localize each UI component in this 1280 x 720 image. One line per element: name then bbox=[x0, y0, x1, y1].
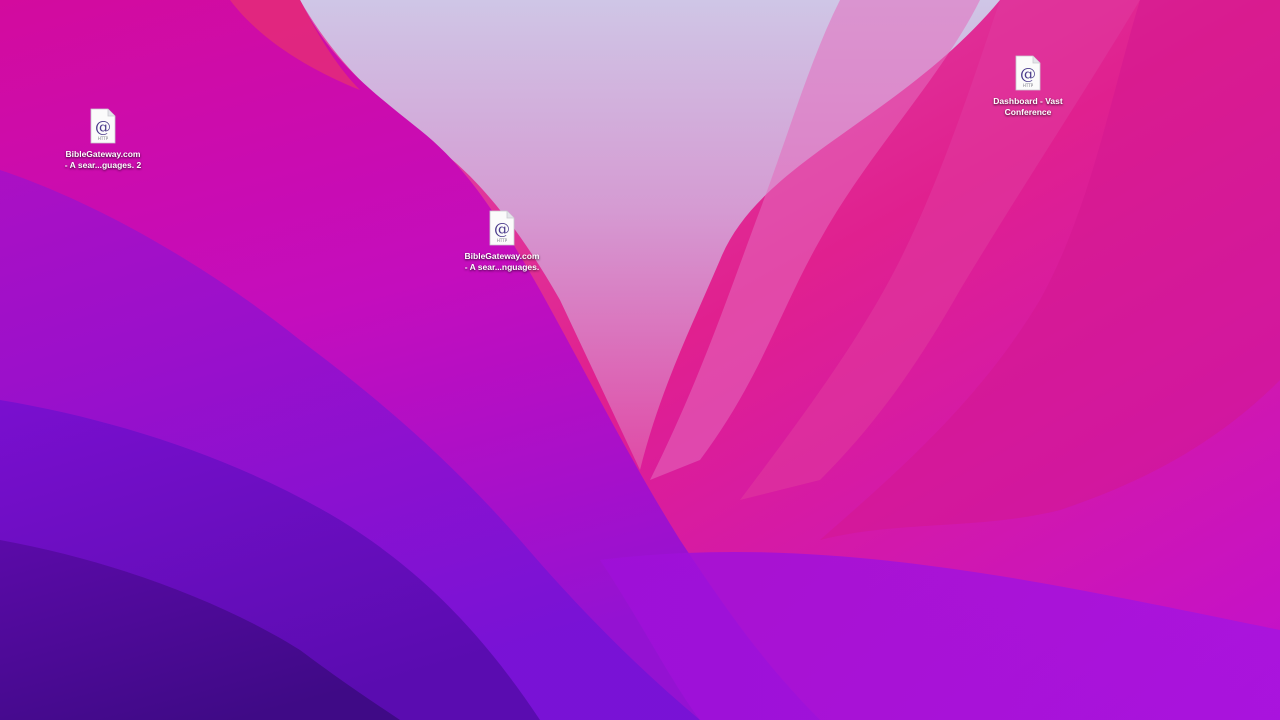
webloc-file-icon: @ HTTP bbox=[89, 108, 117, 144]
file-label-line-2: - A sear...nguages. bbox=[464, 261, 540, 272]
file-label-line-2: Conference bbox=[1004, 106, 1052, 117]
file-label-line-2: - A sear...guages. 2 bbox=[64, 159, 142, 170]
webloc-file-icon: @ HTTP bbox=[1014, 55, 1042, 91]
file-label-line-1: BibleGateway.com bbox=[65, 149, 141, 159]
svg-text:HTTP: HTTP bbox=[98, 136, 109, 141]
file-label: BibleGateway.com - A sear...guages. 2 bbox=[55, 149, 151, 170]
desktop-file-biblegateway-2[interactable]: @ HTTP BibleGateway.com - A sear...guage… bbox=[55, 108, 151, 170]
webloc-file-icon: @ HTTP bbox=[488, 210, 516, 246]
desktop: @ HTTP BibleGateway.com - A sear...guage… bbox=[0, 0, 1280, 720]
svg-text:@: @ bbox=[1020, 64, 1036, 83]
svg-text:@: @ bbox=[95, 117, 111, 136]
file-label: Dashboard - Vast Conference bbox=[980, 96, 1076, 117]
file-label-line-1: Dashboard - Vast bbox=[993, 96, 1063, 106]
desktop-file-dashboard-vast-conference[interactable]: @ HTTP Dashboard - Vast Conference bbox=[980, 55, 1076, 117]
file-label-line-1: BibleGateway.com bbox=[464, 251, 540, 261]
file-label: BibleGateway.com - A sear...nguages. bbox=[454, 251, 550, 272]
svg-text:HTTP: HTTP bbox=[497, 238, 508, 243]
monterey-wallpaper bbox=[0, 0, 1280, 720]
svg-text:HTTP: HTTP bbox=[1023, 83, 1034, 88]
desktop-file-biblegateway[interactable]: @ HTTP BibleGateway.com - A sear...nguag… bbox=[454, 210, 550, 272]
svg-text:@: @ bbox=[494, 219, 510, 238]
